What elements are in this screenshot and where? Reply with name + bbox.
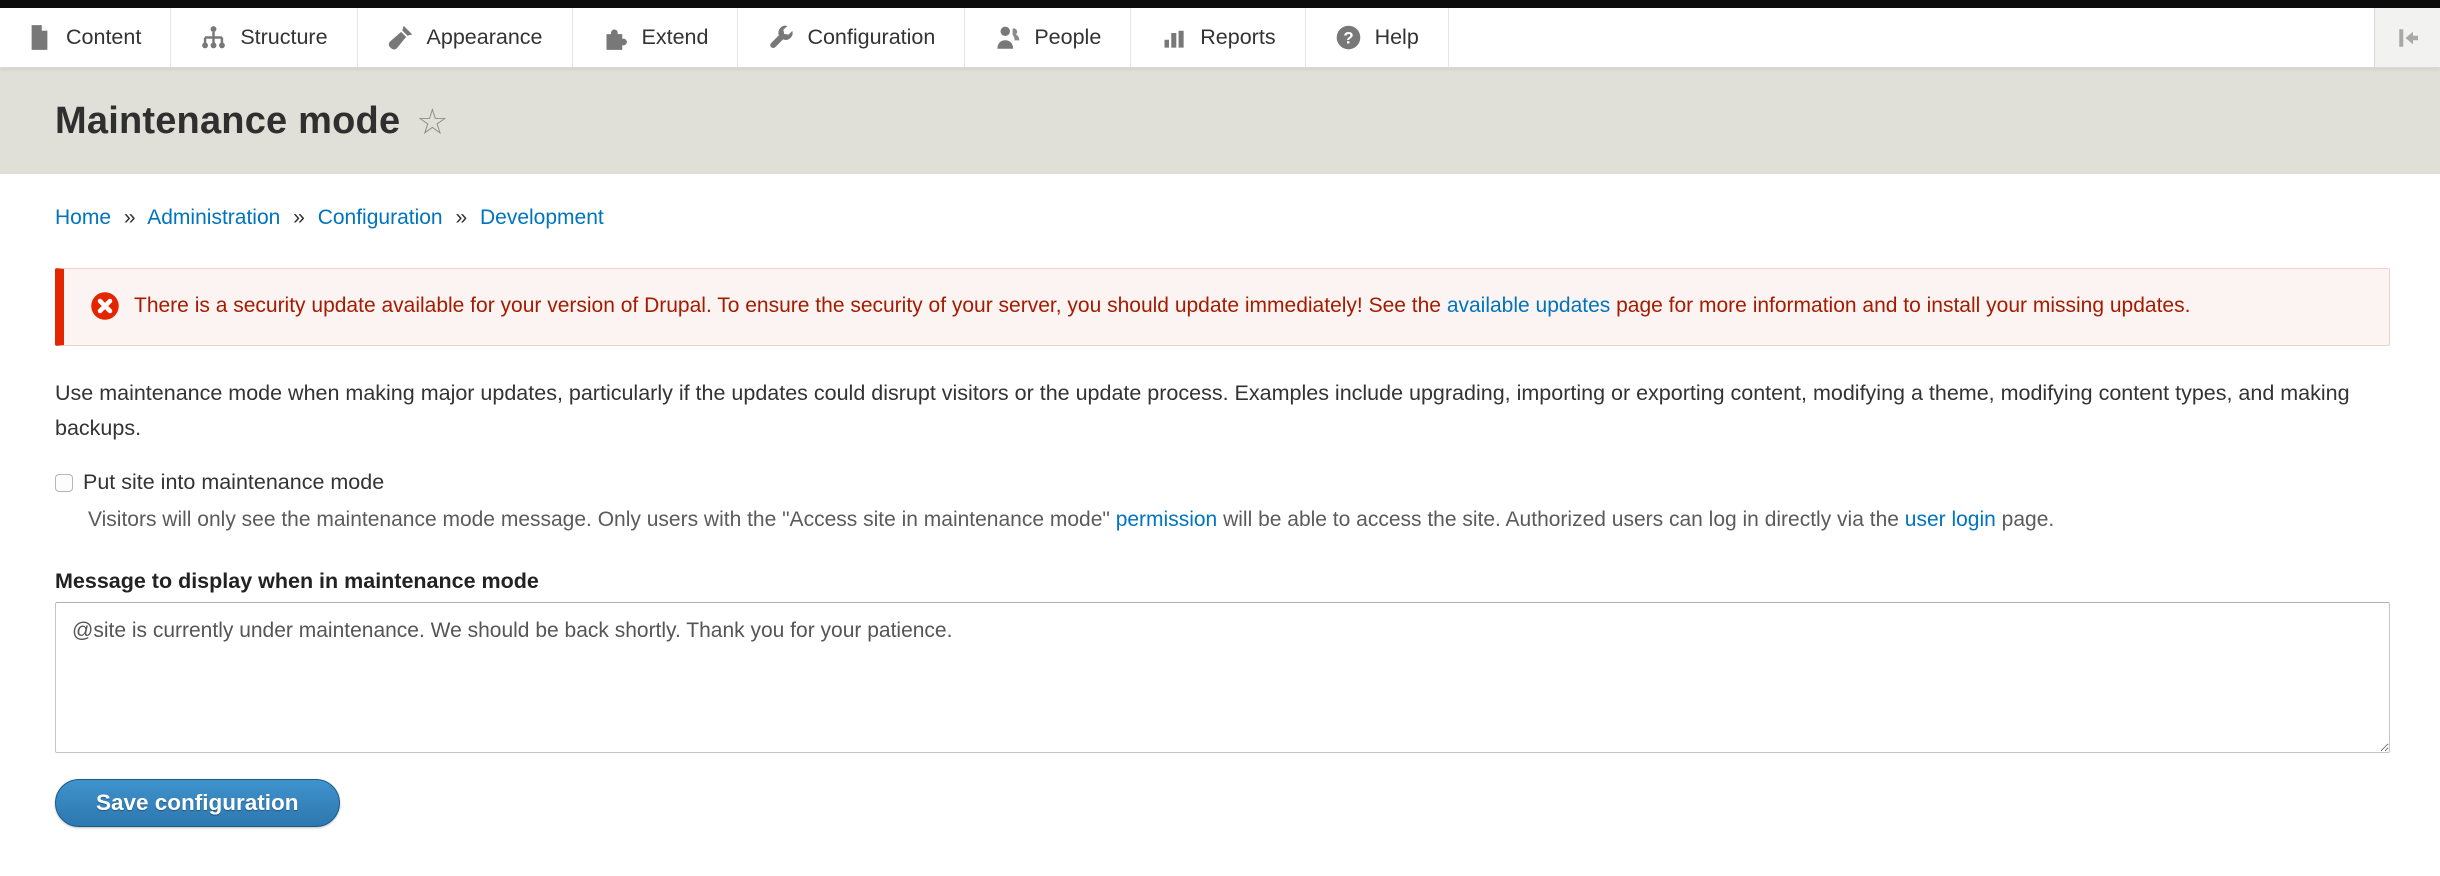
- help-icon: ?: [1335, 24, 1362, 51]
- page-title: Maintenance mode: [55, 100, 400, 143]
- toolbar-item-help[interactable]: ? Help: [1306, 8, 1449, 67]
- wrench-icon: [767, 24, 794, 51]
- page-header: Maintenance mode ☆: [0, 68, 2440, 174]
- person-icon: [994, 24, 1021, 51]
- breadcrumb-separator: »: [124, 206, 136, 229]
- toolbar-item-configuration[interactable]: Configuration: [738, 8, 965, 67]
- puzzle-icon: [602, 24, 629, 51]
- toolbar-item-structure[interactable]: Structure: [171, 8, 357, 67]
- sitemap-icon: [200, 24, 227, 51]
- svg-text:?: ?: [1343, 29, 1353, 48]
- admin-toolbar: Content Structure Appearance Extend Conf…: [0, 8, 2440, 68]
- window-top-strip: [0, 0, 2440, 8]
- error-icon: [90, 291, 120, 321]
- available-updates-link[interactable]: available updates: [1447, 294, 1610, 317]
- toolbar-item-content[interactable]: Content: [0, 8, 171, 67]
- toolbar-item-label: Extend: [642, 25, 709, 50]
- breadcrumb-link-administration[interactable]: Administration: [147, 206, 280, 229]
- breadcrumb: Home » Administration » Configuration » …: [55, 206, 2390, 230]
- star-icon[interactable]: ☆: [416, 104, 448, 140]
- file-icon: [26, 24, 53, 51]
- toolbar-item-reports[interactable]: Reports: [1131, 8, 1305, 67]
- toolbar-item-people[interactable]: People: [965, 8, 1131, 67]
- maintenance-message-textarea[interactable]: @site is currently under maintenance. We…: [55, 602, 2390, 753]
- breadcrumb-separator: »: [293, 206, 305, 229]
- paintbrush-icon: [387, 24, 414, 51]
- intro-text: Use maintenance mode when making major u…: [55, 376, 2390, 446]
- toolbar-item-label: Help: [1375, 25, 1419, 50]
- toolbar-spacer: [1449, 8, 2374, 67]
- toolbar-item-label: Reports: [1200, 25, 1275, 50]
- error-message-box: There is a security update available for…: [55, 268, 2390, 346]
- toolbar-collapse-button[interactable]: [2374, 8, 2440, 67]
- toolbar-item-label: Content: [66, 25, 141, 50]
- maintenance-checkbox-description: Visitors will only see the maintenance m…: [88, 505, 2390, 535]
- message-field-label: Message to display when in maintenance m…: [55, 569, 2390, 594]
- toolbar-item-label: Configuration: [807, 25, 935, 50]
- maintenance-mode-checkbox[interactable]: [55, 474, 73, 492]
- collapse-left-icon: [2393, 23, 2423, 53]
- breadcrumb-link-development[interactable]: Development: [480, 206, 604, 229]
- toolbar-item-appearance[interactable]: Appearance: [358, 8, 573, 67]
- maintenance-checkbox-label[interactable]: Put site into maintenance mode: [83, 470, 384, 495]
- bar-chart-icon: [1160, 24, 1187, 51]
- save-configuration-button[interactable]: Save configuration: [55, 779, 340, 827]
- breadcrumb-separator: »: [455, 206, 467, 229]
- maintenance-mode-row: Put site into maintenance mode: [55, 470, 2390, 495]
- breadcrumb-link-configuration[interactable]: Configuration: [318, 206, 443, 229]
- error-message-text: There is a security update available for…: [134, 289, 2363, 323]
- permission-link[interactable]: permission: [1116, 508, 1218, 531]
- toolbar-item-label: People: [1034, 25, 1101, 50]
- breadcrumb-link-home[interactable]: Home: [55, 206, 111, 229]
- toolbar-item-label: Appearance: [427, 25, 543, 50]
- user-login-link[interactable]: user login: [1905, 508, 1996, 531]
- main-content: Home » Administration » Configuration » …: [0, 206, 2440, 827]
- toolbar-item-label: Structure: [240, 25, 327, 50]
- toolbar-item-extend[interactable]: Extend: [573, 8, 739, 67]
